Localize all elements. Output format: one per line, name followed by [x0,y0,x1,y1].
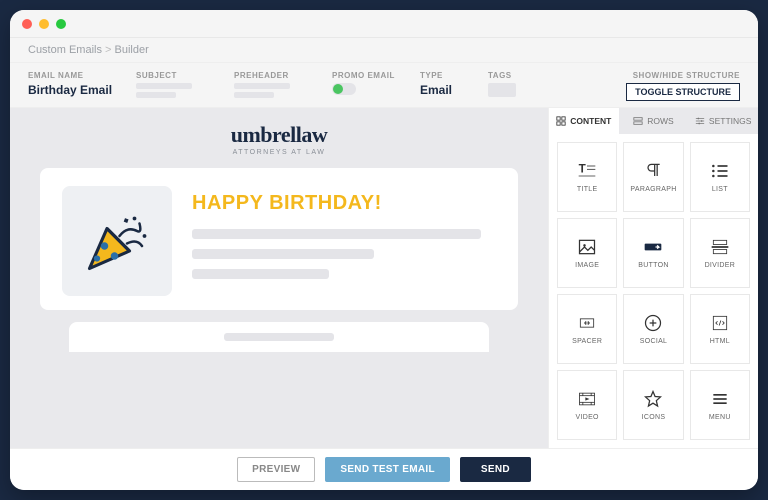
tile-spacer[interactable]: SPACER [557,294,617,364]
tile-image[interactable]: IMAGE [557,218,617,288]
breadcrumb: Custom EmailsBuilder [10,38,758,63]
toggle-structure-button[interactable]: TOGGLE STRUCTURE [626,83,740,101]
subject-label: SUBJECT [136,71,216,80]
structure-label: SHOW/HIDE STRUCTURE [633,71,740,80]
minimize-icon[interactable] [39,19,49,29]
email-name-label: EMAIL NAME [28,71,118,80]
social-icon [643,313,663,333]
secondary-card[interactable] [69,322,490,352]
type-value[interactable]: Email [420,83,470,97]
list-icon [710,161,730,181]
video-icon [577,389,597,409]
divider-icon [710,237,730,257]
tile-video[interactable]: VIDEO [557,370,617,440]
panel-tabs: CONTENT ROWS SETTINGS [549,108,758,134]
title-icon: T [577,161,597,181]
content-tiles: TTITLE PARAGRAPH LIST IMAGE BUTTON DIVID… [549,134,758,448]
party-popper-image[interactable] [62,186,172,296]
subject-field[interactable] [136,83,216,98]
maximize-icon[interactable] [56,19,66,29]
meta-row: EMAIL NAME Birthday Email SUBJECT PREHEA… [10,63,758,108]
tile-icons[interactable]: ICONS [623,370,683,440]
rows-icon [633,116,643,126]
tile-menu[interactable]: MENU [690,370,750,440]
workspace: umbrellaw ATTORNEYS AT LAW [10,108,758,448]
brand-tagline: ATTORNEYS AT LAW [233,149,326,156]
tags-label: TAGS [488,71,538,80]
email-canvas: umbrellaw ATTORNEYS AT LAW [10,108,548,448]
tab-content[interactable]: CONTENT [549,108,619,134]
paragraph-icon [643,161,663,181]
footer-actions: PREVIEW SEND TEST EMAIL SEND [10,448,758,490]
card-body: HAPPY BIRTHDAY! [192,186,496,289]
breadcrumb-root[interactable]: Custom Emails [28,44,102,56]
tile-paragraph[interactable]: PARAGRAPH [623,142,683,212]
tab-rows[interactable]: ROWS [619,108,689,134]
brand-logo: umbrellaw [231,122,328,148]
side-panel: CONTENT ROWS SETTINGS TTITLE PARAGRAPH L… [548,108,758,448]
grid-icon [556,116,566,126]
html-icon [710,313,730,333]
app-window: Custom EmailsBuilder EMAIL NAME Birthday… [10,10,758,490]
preheader-field[interactable] [234,83,314,98]
send-button[interactable]: SEND [460,457,531,482]
preview-button[interactable]: PREVIEW [237,457,315,482]
email-name-value[interactable]: Birthday Email [28,83,118,97]
star-icon [643,389,663,409]
body-line-2[interactable] [192,249,374,259]
svg-text:T: T [579,163,586,176]
tags-field[interactable] [488,83,516,97]
preheader-label: PREHEADER [234,71,314,80]
body-line-3[interactable] [192,269,329,279]
tile-html[interactable]: HTML [690,294,750,364]
breadcrumb-current: Builder [102,44,149,56]
headline-text[interactable]: HAPPY BIRTHDAY! [192,192,496,215]
send-test-button[interactable]: SEND TEST EMAIL [325,457,450,482]
email-content-card[interactable]: HAPPY BIRTHDAY! [40,168,518,310]
tile-social[interactable]: SOCIAL [623,294,683,364]
promo-toggle[interactable] [332,83,356,95]
tab-settings[interactable]: SETTINGS [688,108,758,134]
tile-button[interactable]: BUTTON [623,218,683,288]
promo-label: PROMO EMAIL [332,71,402,80]
type-label: TYPE [420,71,470,80]
titlebar [10,10,758,38]
tile-list[interactable]: LIST [690,142,750,212]
body-line-1[interactable] [192,229,481,239]
spacer-icon [577,313,597,333]
button-icon [643,237,663,257]
menu-icon [710,389,730,409]
party-popper-icon [77,201,157,281]
sliders-icon [695,116,705,126]
close-icon[interactable] [22,19,32,29]
tile-divider[interactable]: DIVIDER [690,218,750,288]
tile-title[interactable]: TTITLE [557,142,617,212]
image-icon [577,237,597,257]
